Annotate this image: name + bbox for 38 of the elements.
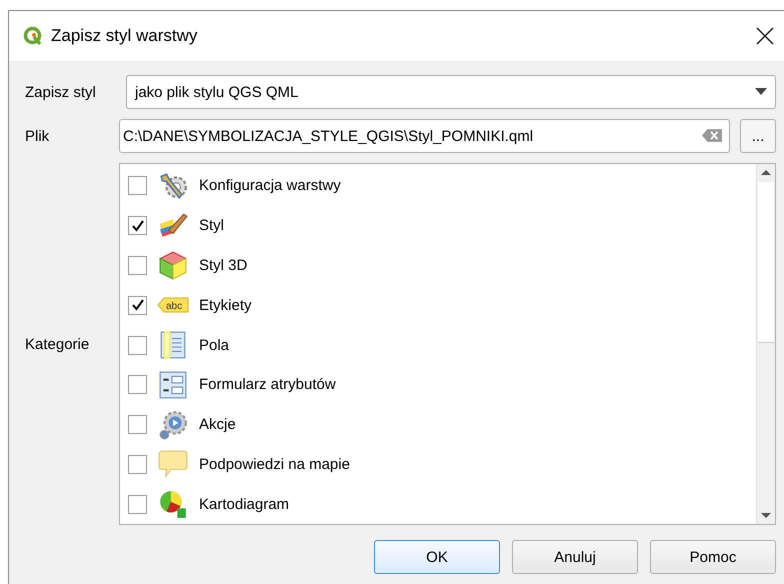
checkbox[interactable]	[128, 256, 147, 275]
gear-play-icon	[157, 410, 189, 440]
clear-icon[interactable]	[702, 129, 722, 142]
category-label[interactable]: Kartodiagram	[199, 496, 290, 513]
checkbox[interactable]	[128, 176, 147, 196]
category-label[interactable]: Styl	[199, 217, 224, 234]
form-icon	[157, 370, 189, 400]
category-label[interactable]: Podpowiedzi na mapie	[199, 456, 350, 473]
checkbox[interactable]	[128, 375, 147, 394]
dialog-button[interactable]: OK	[374, 540, 500, 574]
field-label: Plik	[25, 128, 50, 144]
field-label: Zapisz styl	[25, 84, 97, 100]
checkbox[interactable]	[128, 494, 147, 514]
checkbox[interactable]	[128, 454, 147, 474]
style-dropdown[interactable]: jako plik stylu QGS QML	[126, 75, 776, 109]
pie-chart-icon	[157, 489, 189, 520]
checkbox[interactable]	[128, 336, 147, 355]
cube-icon	[157, 250, 189, 280]
category-label[interactable]: Formularz atrybutów	[199, 376, 336, 394]
speech-bubble-icon	[157, 449, 189, 480]
checkbox[interactable]	[128, 216, 147, 236]
category-label[interactable]: Konfiguracja warstwy	[199, 177, 341, 194]
dialog-button[interactable]: Anuluj	[512, 540, 638, 574]
category-label[interactable]: Etykiety	[199, 296, 252, 314]
category-label[interactable]: Styl 3D	[199, 256, 248, 274]
checkbox[interactable]	[128, 415, 147, 434]
category-label[interactable]: Pola	[199, 336, 230, 354]
q-logo-icon	[23, 26, 43, 46]
category-label[interactable]: Akcje	[199, 416, 236, 434]
scrollbar[interactable]	[756, 164, 775, 524]
close-icon[interactable]	[754, 25, 776, 47]
dialog-button[interactable]: Pomoc	[650, 540, 776, 574]
file-path-field[interactable]: C:\DANE\SYMBOLIZACJA_STYLE_QGIS\Styl_POMNIKI.qml	[119, 119, 730, 153]
field-label: Kategorie	[25, 336, 90, 352]
browse-button[interactable]: ...	[740, 119, 776, 153]
checkbox[interactable]	[128, 296, 147, 315]
window-title: Zapisz styl warstwy	[51, 26, 198, 46]
dropdown-arrow-icon	[755, 88, 767, 96]
